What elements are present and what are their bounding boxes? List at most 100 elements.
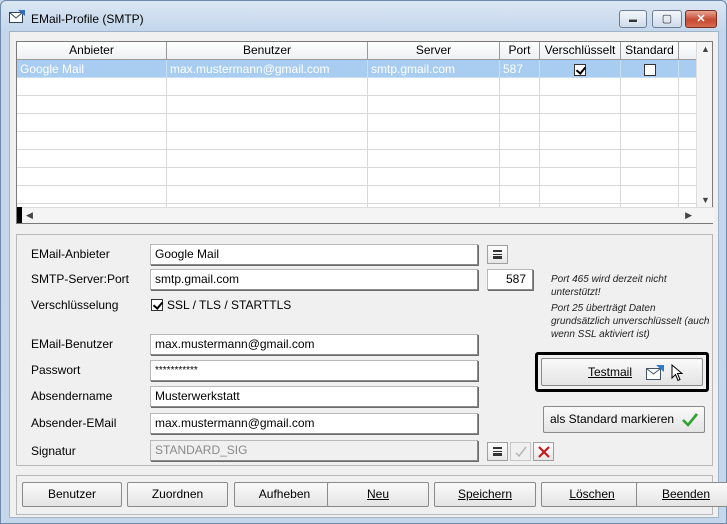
signature-select-button[interactable] [510, 442, 531, 461]
encryption-checkbox[interactable] [151, 299, 163, 311]
empty-cell [17, 132, 167, 150]
table-header: Anbieter Benutzer Server Port Verschlüss… [17, 42, 697, 60]
scroll-left-icon[interactable]: ◀ [26, 210, 33, 221]
empty-cell [540, 78, 621, 96]
column-header-verschluesselt[interactable]: Verschlüsselt [540, 42, 621, 60]
empty-cell [17, 186, 167, 204]
empty-cell [17, 96, 167, 114]
anbieter-label: EMail-Anbieter [31, 247, 110, 261]
scroll-right-icon[interactable]: ▶ [685, 210, 692, 221]
empty-cell [621, 186, 679, 204]
maximize-button[interactable]: ▢ [652, 10, 682, 28]
signature-field[interactable]: STANDARD_SIG [150, 440, 478, 461]
empty-cell [500, 132, 540, 150]
table-row-empty[interactable] [17, 114, 697, 132]
neu-button[interactable]: Neu [327, 482, 429, 507]
empty-cell [167, 114, 368, 132]
signature-delete-button[interactable] [533, 442, 554, 461]
column-header-server[interactable]: Server [368, 42, 500, 60]
list-icon [493, 250, 502, 259]
table-row-empty[interactable] [17, 150, 697, 168]
password-label: Passwort [31, 363, 81, 377]
empty-cell [540, 168, 621, 186]
anbieter-list-button[interactable] [487, 245, 508, 264]
empty-cell [540, 132, 621, 150]
delete-x-icon [538, 446, 550, 458]
password-field[interactable]: *********** [150, 360, 478, 381]
sender-email-field[interactable]: max.mustermann@gmail.com [150, 413, 478, 434]
empty-cell [679, 96, 697, 114]
scroll-up-icon[interactable]: ▲ [701, 44, 710, 54]
column-header-port[interactable]: Port [500, 42, 540, 60]
empty-cell [500, 186, 540, 204]
sender-name-field[interactable]: Musterwerkstatt [150, 386, 478, 407]
column-header-anbieter[interactable]: Anbieter [17, 42, 167, 60]
empty-cell [500, 78, 540, 96]
set-standard-button[interactable]: als Standard markieren [543, 406, 705, 433]
table-row-empty[interactable] [17, 78, 697, 96]
empty-cell [17, 168, 167, 186]
sender-email-label: Absender-EMail [31, 416, 117, 430]
cell-port: 587 [500, 60, 540, 78]
scroll-down-icon[interactable]: ▼ [701, 195, 710, 205]
empty-cell [167, 150, 368, 168]
empty-cell [17, 114, 167, 132]
maximize-icon: ▢ [661, 13, 673, 25]
loeschen-button[interactable]: Löschen [541, 482, 643, 507]
port-465-note: Port 465 wird derzeit nicht unterstützt! [551, 274, 667, 298]
anbieter-field[interactable]: Google Mail [150, 244, 478, 265]
list-icon [493, 447, 502, 456]
vertical-scrollbar[interactable]: ▲ ▼ [696, 42, 712, 207]
mouse-cursor-icon [671, 364, 684, 382]
cell-verschluesselt[interactable] [540, 60, 621, 78]
table-row[interactable]: Google Mail max.mustermann@gmail.com smt… [17, 60, 697, 78]
empty-cell [500, 168, 540, 186]
signature-list-button[interactable] [487, 442, 508, 461]
close-button[interactable]: ✕ [685, 10, 717, 28]
empty-cell [540, 96, 621, 114]
empty-cell [540, 150, 621, 168]
user-field[interactable]: max.mustermann@gmail.com [150, 334, 478, 355]
beenden-button[interactable]: Beenden [636, 482, 727, 507]
table-row-empty[interactable] [17, 186, 697, 204]
testmail-button[interactable]: Testmail [541, 358, 703, 386]
table-row-empty[interactable] [17, 96, 697, 114]
cell-standard[interactable] [621, 60, 679, 78]
send-mail-icon [646, 365, 664, 380]
profiles-table[interactable]: Anbieter Benutzer Server Port Verschlüss… [16, 41, 714, 224]
port-field[interactable]: 587 [487, 269, 533, 290]
set-standard-label: als Standard markieren [550, 412, 675, 426]
green-check-icon [682, 413, 698, 427]
cell-server: smtp.gmail.com [368, 60, 500, 78]
testmail-label: Testmail [588, 365, 633, 379]
empty-cell [368, 186, 500, 204]
empty-cell [621, 168, 679, 186]
table-row-empty[interactable] [17, 132, 697, 150]
speichern-button[interactable]: Speichern [434, 482, 536, 507]
standard-checkbox[interactable] [643, 63, 656, 76]
column-header-benutzer[interactable]: Benutzer [167, 42, 368, 60]
empty-cell [500, 114, 540, 132]
sender-name-label: Absendername [31, 389, 113, 403]
speichern-label: Speichern [457, 487, 513, 501]
empty-cell [621, 96, 679, 114]
table-row-empty[interactable] [17, 168, 697, 186]
scroll-indicator [17, 207, 22, 223]
aufheben-button[interactable]: Aufheben [234, 482, 335, 507]
empty-cell [679, 186, 697, 204]
horizontal-scrollbar[interactable]: ◀ ▶ [17, 207, 714, 223]
empty-cell [167, 186, 368, 204]
title-bar[interactable]: EMail-Profile (SMTP) ▬ ▢ ✕ [1, 1, 726, 31]
column-header-standard[interactable]: Standard [621, 42, 679, 60]
empty-cell [679, 132, 697, 150]
encryption-option-label[interactable]: SSL / TLS / STARTTLS [167, 298, 291, 312]
empty-cell [368, 132, 500, 150]
benutzer-button[interactable]: Benutzer [22, 482, 122, 507]
minimize-button[interactable]: ▬ [619, 10, 647, 28]
zuordnen-button[interactable]: Zuordnen [127, 482, 228, 507]
server-field[interactable]: smtp.gmail.com [150, 269, 478, 290]
bottom-button-bar: Benutzer Zuordnen Aufheben Neu Speichern… [16, 475, 727, 515]
client-area: Anbieter Benutzer Server Port Verschlüss… [9, 31, 727, 518]
encrypted-checkbox[interactable] [574, 63, 586, 76]
empty-cell [621, 114, 679, 132]
